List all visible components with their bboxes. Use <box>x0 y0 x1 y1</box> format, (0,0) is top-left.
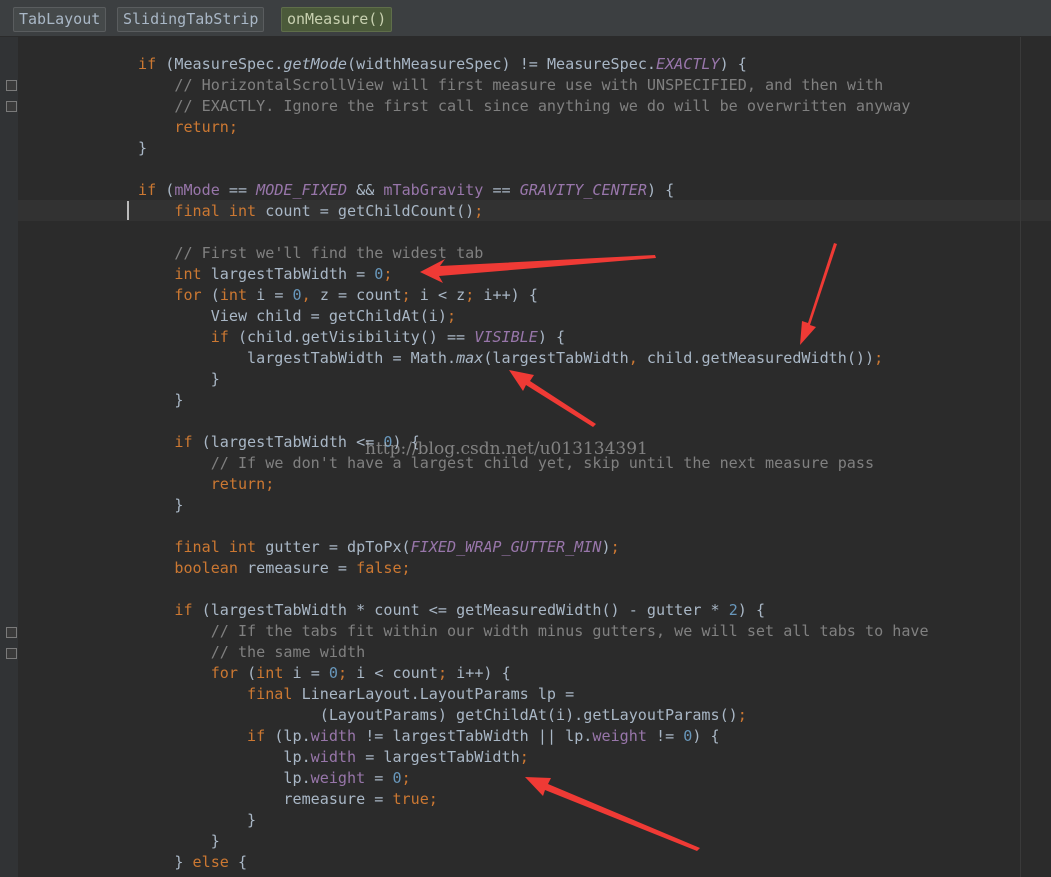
annotation-arrows <box>420 243 837 851</box>
arrow-annotation <box>525 777 700 851</box>
arrow-annotation <box>509 370 596 427</box>
arrow-annotation <box>800 243 837 345</box>
arrow-annotation <box>420 255 656 283</box>
